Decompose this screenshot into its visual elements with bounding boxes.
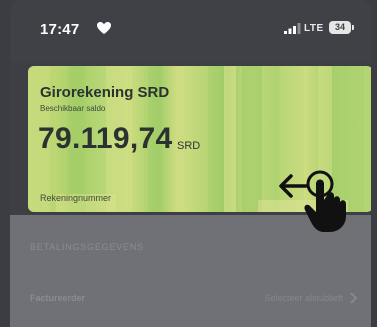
- phone-screen: 17:47 LTE 34 Girorekening SRD Beschikbaa…: [10, 0, 371, 327]
- balance-label: Beschikbaar saldo: [40, 104, 106, 113]
- status-bar: 17:47 LTE 34: [10, 0, 371, 62]
- balance-currency: SRD: [177, 140, 201, 152]
- swipe-hand-icon: [279, 170, 346, 232]
- account-number-label: Rekeningnummer: [40, 193, 112, 203]
- status-time: 17:47: [40, 21, 80, 38]
- biller-label: Factureerder: [30, 293, 86, 303]
- balance-amount: 79.119,74: [38, 122, 173, 155]
- payment-section-header: BETALINGSGEGEVENS: [30, 242, 144, 252]
- account-name: Girorekening SRD: [40, 84, 170, 101]
- biller-value: Selecteer alstublieft: [264, 293, 343, 303]
- network-type: LTE: [304, 23, 324, 34]
- signal-icon: [284, 23, 301, 34]
- chevron-right-icon: [350, 292, 357, 304]
- heart-icon: [97, 22, 111, 34]
- battery-icon: 34: [329, 21, 354, 34]
